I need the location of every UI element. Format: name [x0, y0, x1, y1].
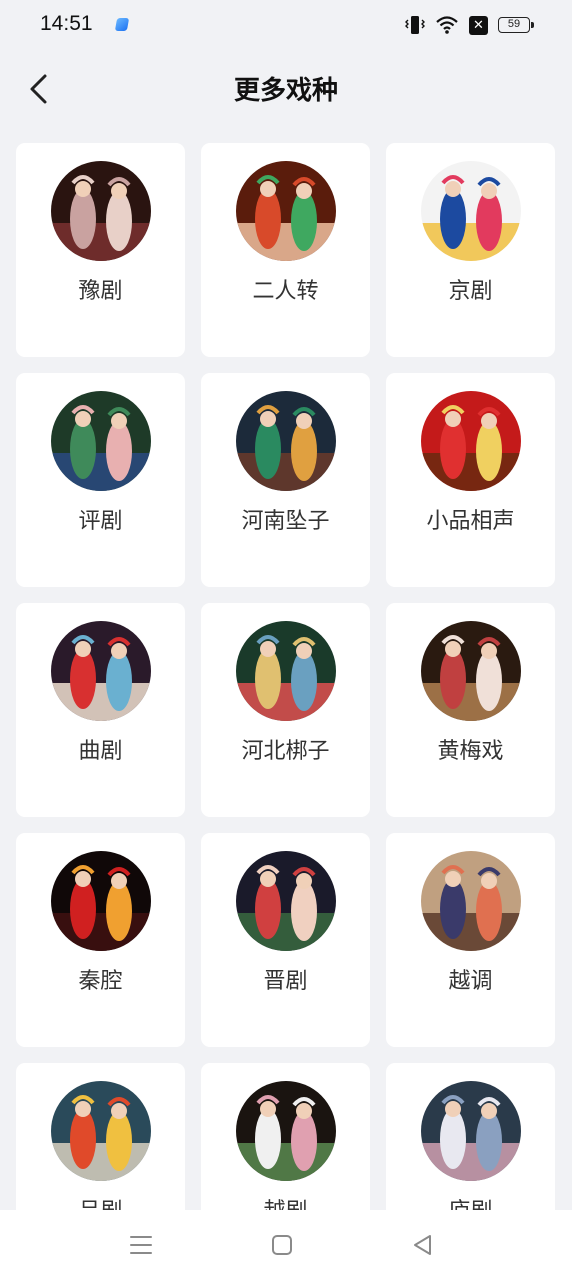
genre-card[interactable]: 河北梆子 [201, 603, 370, 817]
genre-card[interactable]: 二人转 [201, 143, 370, 357]
genre-card[interactable]: 越剧 [201, 1063, 370, 1210]
battery-level: 59 [507, 18, 521, 30]
genre-thumbnail-image [51, 391, 151, 491]
wifi-icon [435, 15, 459, 35]
genre-thumbnail-image [421, 1081, 521, 1181]
genre-card[interactable]: 豫剧 [16, 143, 185, 357]
system-nav-bar [0, 1210, 572, 1280]
genre-label: 晋剧 [263, 969, 308, 994]
genre-label: 评剧 [78, 509, 123, 534]
app-notification-icon [114, 18, 130, 31]
genre-card[interactable]: 庐剧 [386, 1063, 555, 1210]
genre-thumbnail-image [51, 621, 151, 721]
back-triangle-icon [414, 1235, 431, 1255]
genre-label: 秦腔 [78, 969, 123, 994]
genre-list[interactable]: 豫剧 二人转 京剧评剧 河南坠子 小品相声曲剧 河北梆子 黄梅戏秦腔 晋剧 越调吕剧越剧庐剧 [0, 130, 572, 1210]
genre-label: 河北梆子 [241, 739, 330, 764]
genre-thumbnail-image [421, 391, 521, 491]
genre-label: 黄梅戏 [437, 739, 504, 764]
genre-label: 二人转 [252, 279, 319, 304]
genre-thumbnail-image [51, 1081, 151, 1181]
genre-card[interactable]: 小品相声 [386, 373, 555, 587]
genre-thumbnail-image [236, 1081, 336, 1181]
genre-label: 京剧 [448, 279, 493, 304]
genre-card[interactable]: 越调 [386, 833, 555, 1047]
page-title: 更多戏种 [233, 76, 338, 106]
genre-thumbnail-image [236, 621, 336, 721]
genre-thumbnail-image [421, 161, 521, 261]
genre-card[interactable]: 秦腔 [16, 833, 185, 1047]
genre-thumbnail-image [421, 621, 521, 721]
genre-card[interactable]: 曲剧 [16, 603, 185, 817]
genre-label: 庐剧 [386, 1193, 555, 1210]
genre-card[interactable]: 评剧 [16, 373, 185, 587]
genre-thumbnail-image [236, 851, 336, 951]
genre-label: 越调 [448, 969, 493, 994]
genre-thumbnail-image [236, 161, 336, 261]
battery-icon: 59 [498, 17, 534, 33]
close-box-icon: ✕ [469, 15, 488, 35]
genre-card[interactable]: 京剧 [386, 143, 555, 357]
genre-label: 河南坠子 [241, 509, 330, 534]
status-time: 14:51 [40, 12, 93, 35]
genre-label: 吕剧 [16, 1193, 185, 1210]
genre-thumbnail-image [51, 161, 151, 261]
status-bar: 14:51 ✕ 59 [0, 0, 572, 50]
genre-label: 小品相声 [426, 509, 515, 534]
header: 更多戏种 [0, 50, 572, 130]
vibrate-icon [405, 14, 425, 36]
genre-grid: 豫剧 二人转 京剧评剧 河南坠子 小品相声曲剧 河北梆子 黄梅戏秦腔 晋剧 越调吕剧越剧庐剧 [16, 143, 555, 1210]
genre-card[interactable]: 黄梅戏 [386, 603, 555, 817]
back-nav-button[interactable] [408, 1230, 438, 1260]
recent-apps-button[interactable] [126, 1230, 156, 1260]
genre-card[interactable]: 晋剧 [201, 833, 370, 1047]
genre-label: 越剧 [201, 1193, 370, 1210]
genre-label: 曲剧 [78, 739, 123, 764]
genre-card[interactable]: 河南坠子 [201, 373, 370, 587]
genre-label: 豫剧 [78, 279, 123, 304]
genre-thumbnail-image [421, 851, 521, 951]
genre-thumbnail-image [236, 391, 336, 491]
genre-card[interactable]: 吕剧 [16, 1063, 185, 1210]
menu-icon [130, 1236, 152, 1254]
genre-thumbnail-image [51, 851, 151, 951]
status-icons: ✕ 59 [405, 13, 534, 37]
home-button[interactable] [267, 1230, 297, 1260]
home-square-icon [272, 1235, 292, 1255]
